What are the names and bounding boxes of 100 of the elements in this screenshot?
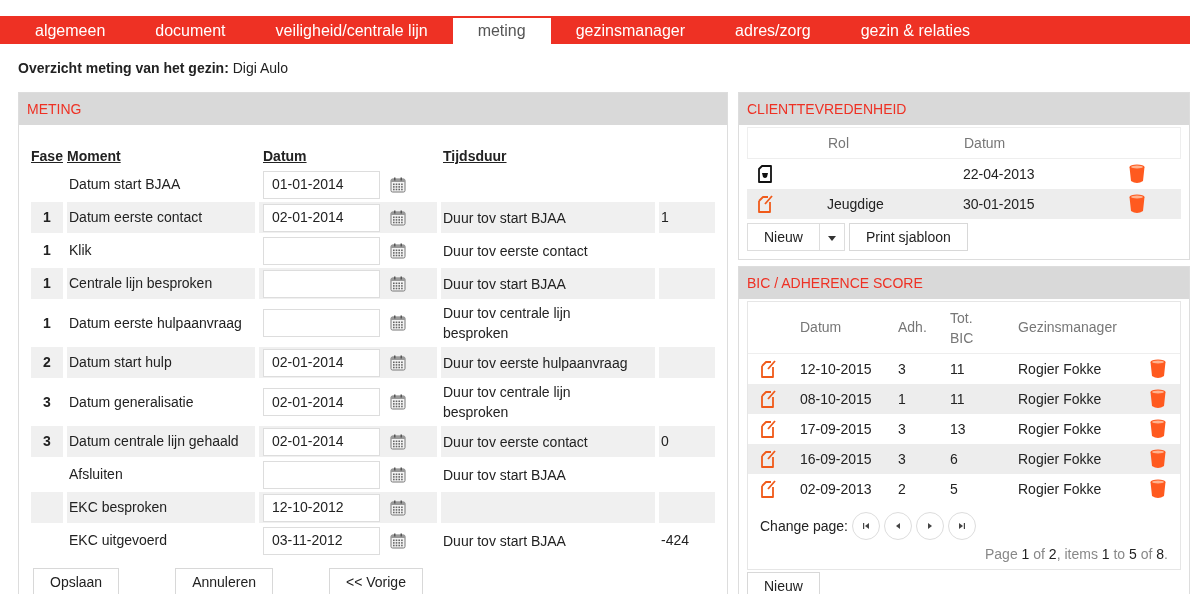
- table-cell-text: Duur tov eerste contact: [442, 241, 589, 261]
- table-cell-text: 1: [42, 313, 52, 333]
- date-field[interactable]: 03-11-2012: [263, 526, 380, 555]
- table-cell-text: 1: [897, 389, 907, 409]
- table-cell-text: 3: [897, 359, 907, 379]
- table-cell: 3: [31, 426, 63, 457]
- edit-icon[interactable]: [760, 450, 776, 468]
- table-cell-text: Duur tov start BJAA: [442, 465, 567, 485]
- edit-icon[interactable]: [757, 195, 773, 213]
- date-field[interactable]: 01-01-2014: [263, 170, 380, 199]
- table-cell-text: 6: [949, 449, 959, 469]
- table-cell-text: 12-10-2015: [799, 359, 873, 379]
- table-cell-text: Klik: [68, 241, 93, 260]
- table-cell-text: Duur tov centrale lijn besproken: [442, 383, 572, 422]
- date-field[interactable]: 02-01-2014: [263, 348, 380, 377]
- trash-icon[interactable]: [1150, 449, 1166, 469]
- table-cell: Centrale lijn besproken: [67, 268, 255, 299]
- table-cell: 2: [31, 347, 63, 378]
- table-cell: EKC besproken: [67, 492, 255, 523]
- calendar-icon[interactable]: [390, 532, 406, 549]
- table-cell-text: Rogier Fokke: [1017, 359, 1103, 379]
- column-header: Moment: [67, 147, 122, 166]
- first-page-button[interactable]: [851, 512, 880, 540]
- print-button[interactable]: Print sjabloon: [848, 223, 968, 251]
- calendar-icon[interactable]: [390, 466, 406, 483]
- trash-icon[interactable]: [1150, 479, 1166, 499]
- tab[interactable]: meting: [452, 18, 551, 44]
- table-cell-text: 02-09-2013: [799, 479, 873, 499]
- trash-icon[interactable]: [1150, 359, 1166, 379]
- table-cell-text: 2: [897, 479, 907, 499]
- table-cell-text: 17-09-2015: [799, 419, 873, 439]
- form-button[interactable]: Annuleren: [175, 568, 273, 594]
- date-field[interactable]: [263, 269, 380, 298]
- table-cell-text: 11: [949, 359, 966, 379]
- tab[interactable]: algemeen: [10, 18, 131, 44]
- edit-icon[interactable]: [760, 390, 776, 408]
- tab[interactable]: adres/zorg: [710, 18, 836, 44]
- table-cell-text: 3: [897, 419, 907, 439]
- table-cell-text: Datum eerste hulpaanvraag: [68, 313, 243, 333]
- calendar-icon[interactable]: [390, 433, 406, 450]
- column-header: Rol: [827, 133, 850, 153]
- document-icon[interactable]: [757, 165, 773, 183]
- table-cell-text: -424: [660, 531, 691, 550]
- tab[interactable]: veiligheid/centrale lijn: [250, 18, 453, 44]
- table-cell-text: 13: [949, 419, 967, 439]
- date-field[interactable]: [263, 309, 380, 337]
- table-cell-text: 08-10-2015: [799, 389, 873, 409]
- table-cell: Duur tov start BJAA: [441, 202, 655, 233]
- table-cell-text: 3: [42, 392, 52, 412]
- table-cell: 1: [31, 202, 63, 233]
- column-header: Tot. BIC: [949, 308, 975, 348]
- calendar-icon[interactable]: [390, 209, 406, 226]
- date-field[interactable]: 02-01-2014: [263, 203, 380, 232]
- table-cell-text: 5: [949, 479, 959, 499]
- column-header: Adh.: [897, 318, 928, 337]
- trash-icon[interactable]: [1129, 194, 1145, 214]
- table-cell: Datum eerste contact: [67, 202, 255, 233]
- new-button[interactable]: Nieuw: [747, 572, 820, 594]
- calendar-icon[interactable]: [390, 176, 406, 193]
- table-cell-text: Rogier Fokke: [1017, 479, 1103, 499]
- calendar-icon[interactable]: [390, 275, 406, 292]
- table-cell-text: Jeugdige: [826, 194, 885, 214]
- trash-icon[interactable]: [1150, 389, 1166, 409]
- table-cell-text: Afsluiten: [68, 465, 124, 484]
- column-header: Fase: [31, 147, 63, 166]
- calendar-icon[interactable]: [390, 315, 406, 331]
- tab[interactable]: document: [130, 18, 251, 44]
- date-field[interactable]: [263, 460, 380, 489]
- date-field[interactable]: [263, 236, 380, 265]
- last-page-button[interactable]: [947, 512, 976, 540]
- trash-icon[interactable]: [1129, 164, 1145, 184]
- table-cell-text: 30-01-2015: [962, 194, 1036, 214]
- date-field[interactable]: 12-10-2012: [263, 493, 380, 522]
- edit-icon[interactable]: [760, 480, 776, 498]
- last-page-icon: [957, 522, 966, 530]
- trash-icon[interactable]: [1150, 419, 1166, 439]
- date-field[interactable]: 02-01-2014: [263, 427, 380, 456]
- table-cell: 1: [659, 202, 715, 233]
- table-cell-text: 16-09-2015: [799, 449, 873, 469]
- calendar-icon[interactable]: [390, 499, 406, 516]
- calendar-icon[interactable]: [390, 242, 406, 259]
- tab[interactable]: gezinsmanager: [550, 18, 711, 44]
- form-button[interactable]: << Vorige: [329, 568, 423, 594]
- date-field[interactable]: 02-01-2014: [263, 388, 380, 416]
- table-cell: Duur tov eerste hulpaanvraag: [441, 347, 655, 378]
- edit-icon[interactable]: [760, 360, 776, 378]
- column-header: Tijdsduur: [443, 147, 508, 166]
- new-button[interactable]: Nieuw: [748, 224, 819, 250]
- column-header: Gezinsmanager: [1017, 318, 1118, 337]
- panel-title: CLIENTTEVREDENHEID: [747, 99, 907, 119]
- table-cell-text: 3: [897, 449, 907, 469]
- pager-label: Change page:: [760, 516, 848, 536]
- new-split-button[interactable]: Nieuw: [747, 223, 845, 251]
- calendar-icon[interactable]: [390, 394, 406, 410]
- tab[interactable]: gezin & relaties: [835, 18, 996, 44]
- edit-icon[interactable]: [760, 420, 776, 438]
- form-button[interactable]: Opslaan: [33, 568, 120, 594]
- first-page-icon: [861, 522, 870, 530]
- calendar-icon[interactable]: [390, 354, 406, 371]
- next-page-icon: [925, 522, 934, 530]
